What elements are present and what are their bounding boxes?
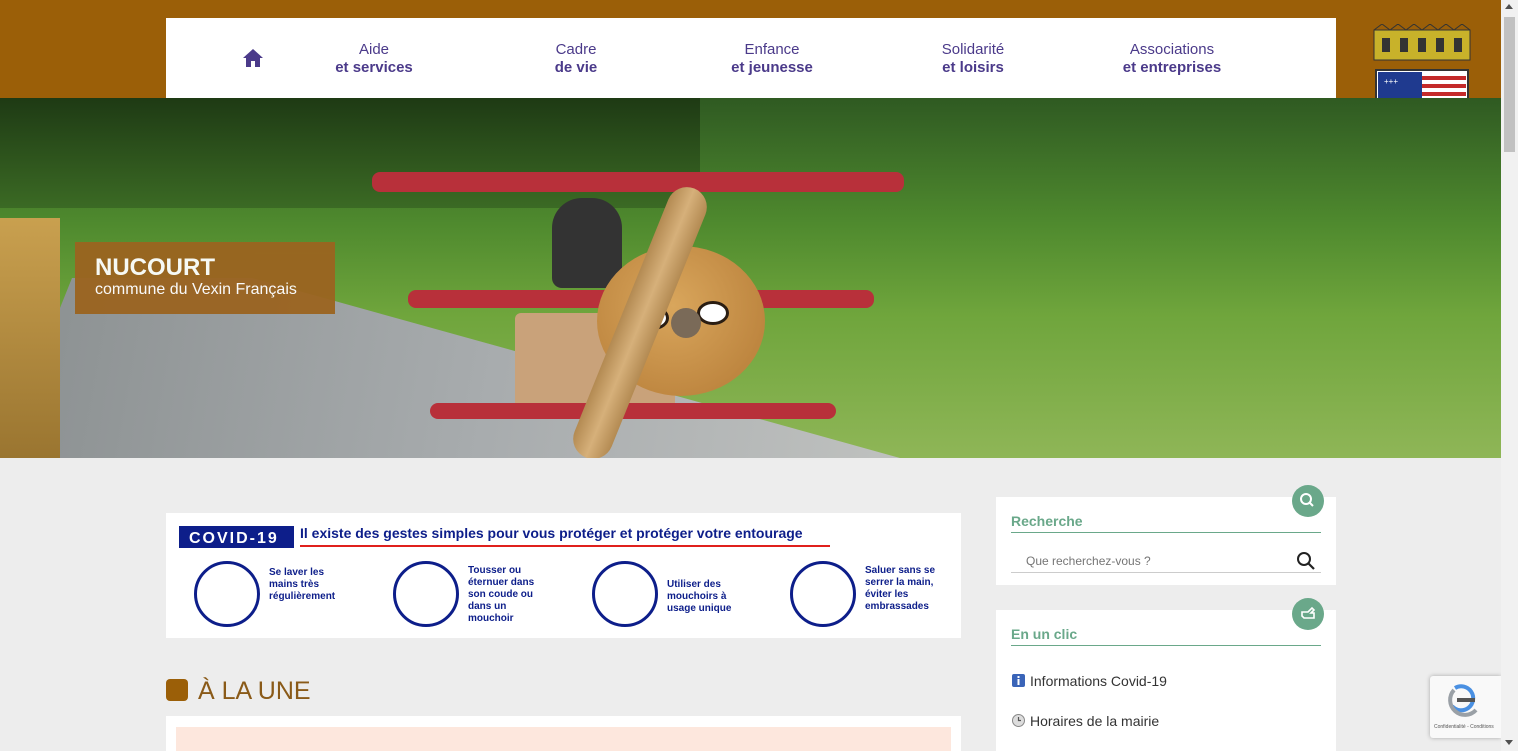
hero-eye-right [697,301,729,325]
scrollbar-thumb[interactable] [1504,17,1515,152]
nav-item-line1: Associations [1129,41,1215,58]
quicklink-horaires[interactable]: Horaires de la mairie [1012,713,1159,729]
site-title-card[interactable]: NUCOURT commune du Vexin Français [75,242,335,314]
news-card-image [176,727,951,751]
covid-underline [300,545,830,547]
nav-item-line2: de vie [554,59,598,76]
hero-hay [0,218,60,458]
nav-item-aide[interactable]: Aide et services [316,41,432,77]
nav-item-line1: Enfance [744,41,800,58]
quicklink-covid[interactable]: Informations Covid-19 [1012,673,1167,689]
news-heading-label: À LA UNE [198,677,311,705]
nav-item-line1: Solidarité [941,41,1005,58]
clock-icon [1012,714,1025,727]
quicklink-label: Informations Covid-19 [1030,673,1167,689]
nav-item-solidarite[interactable]: Solidarité et loisirs [916,41,1030,77]
no-handshake-icon [790,561,856,627]
hero-propeller-hub [671,308,701,338]
nav-item-line2: et jeunesse [731,59,813,76]
covid-banner[interactable]: COVID-19 Il existe des gestes simples po… [166,513,961,638]
quicklinks-panel: En un clic Informations Covid-19 Horaire… [996,610,1336,751]
nav-item-line1: Aide [358,41,390,58]
covid-gesture-text: Se laver les mains très régulièrement [269,567,336,602]
hero-pilot [552,198,622,288]
quicklink-label: Horaires de la mairie [1030,713,1160,729]
covid-gesture-text: Saluer sans se serrer la main, éviter le… [865,565,936,612]
hero-wing-top [372,172,904,192]
search-panel: Recherche [996,497,1336,585]
scroll-up-arrow-icon[interactable] [1505,4,1513,9]
quicklinks-panel-title: En un clic [1011,626,1078,642]
covid-gesture-text: Tousser ou éternuer dans son coude ou da… [468,565,535,624]
search-panel-title: Recherche [1011,513,1083,529]
nav-item-line2: et entreprises [1122,59,1222,76]
pointing-hand-icon [1301,606,1316,619]
recaptcha-badge[interactable]: Confidentialité - Conditions [1430,676,1501,738]
scroll-down-arrow-icon[interactable] [1505,740,1513,745]
site-title: NUCOURT [95,254,215,281]
recaptcha-text: Confidentialité - Conditions [1434,724,1494,730]
svg-text:+++: +++ [1384,77,1398,86]
quicklinks-badge-button[interactable] [1292,598,1324,630]
nav-item-associations[interactable]: Associations et entreprises [1112,41,1232,77]
news-heading-square-icon [166,679,188,701]
hero-wing-low [430,403,836,419]
nav-item-enfance[interactable]: Enfance et jeunesse [716,41,828,77]
search-icon [1300,493,1314,507]
tissue-icon [592,561,658,627]
search-input[interactable] [1011,549,1321,573]
main-nav: Aide et services Cadre de vie Enfance et… [166,18,1336,98]
covid-headline: Il existe des gestes simples pour vous p… [300,525,803,541]
quicklinks-panel-divider [1011,645,1321,646]
nav-item-line2: et loisirs [942,59,1004,76]
site-subtitle: commune du Vexin Français [95,281,297,298]
nav-item-line1: Cadre [555,41,597,58]
nav-item-cadre[interactable]: Cadre de vie [526,41,626,77]
cough-elbow-icon [393,561,459,627]
nav-item-line2: et services [335,59,413,76]
info-icon [1012,674,1025,687]
search-badge-button[interactable] [1292,485,1324,517]
search-panel-divider [1011,532,1321,533]
covid-gesture-text: Utiliser des mouchoirs à usage unique [667,579,732,614]
search-icon[interactable] [1296,551,1316,571]
recaptcha-icon [1448,684,1478,717]
wash-hands-icon [194,561,260,627]
home-icon[interactable] [242,48,264,68]
news-card[interactable] [166,716,961,751]
covid-badge: COVID-19 [179,526,294,548]
